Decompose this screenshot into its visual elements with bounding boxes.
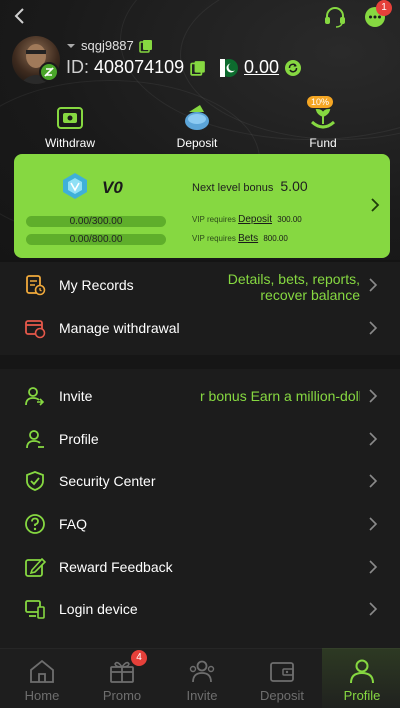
menu-label-profile: Profile (59, 431, 99, 447)
menu-label-manage-withdrawal: Manage withdrawal (59, 320, 180, 336)
next-level-label: Next level bonus (192, 182, 274, 194)
fund-button[interactable]: 10% Fund (283, 96, 363, 150)
level-badge-icon (39, 62, 59, 82)
vip-gem-icon (63, 173, 87, 199)
manage-withdrawal-icon (25, 320, 46, 339)
invite-icon (25, 387, 45, 406)
invite-people-icon (189, 660, 215, 683)
chevron-right-icon (369, 321, 378, 335)
deposit-req-label[interactable]: Deposit (238, 214, 272, 225)
chevron-right-icon (371, 198, 380, 212)
quick-actions: Withdraw Deposit 10% Fund (0, 96, 400, 150)
menu-item-faq[interactable]: FAQ (0, 503, 400, 545)
bets-req-amount: 800.00 (263, 234, 288, 243)
next-level-bonus: Next level bonus 5.00 (192, 178, 308, 194)
bets-progress-bar: 0.00/800.00 (26, 234, 166, 245)
tab-label-deposit: Deposit (259, 688, 305, 703)
menu-label-my-records: My Records (59, 277, 134, 293)
tab-label-profile: Profile (343, 688, 381, 703)
menu-label-reward-feedback: Reward Feedback (59, 559, 173, 575)
chevron-right-icon (369, 474, 378, 488)
menu-item-login-device[interactable]: Login device (0, 588, 400, 630)
deposit-button[interactable]: Deposit (157, 102, 237, 150)
section-divider (0, 355, 400, 369)
withdraw-button[interactable]: Withdraw (30, 102, 110, 150)
id-label: ID: (66, 57, 90, 77)
tab-label-promo: Promo (102, 688, 142, 703)
promo-badge: 4 (131, 650, 147, 666)
chevron-right-icon (369, 278, 378, 292)
profile-icon (26, 430, 44, 449)
chat-badge: 1 (376, 0, 392, 16)
balance: 0.00 (244, 57, 280, 77)
menu-top: My Records Details, bets, reports, recov… (0, 262, 400, 355)
withdraw-icon (57, 107, 83, 129)
devices-icon (25, 600, 45, 619)
bets-req-label[interactable]: Bets (238, 233, 258, 244)
next-level-value: 5.00 (280, 178, 308, 194)
deposit-req-amount: 300.00 (277, 215, 302, 224)
tab-invite[interactable]: Invite (170, 656, 234, 703)
chevron-right-icon (369, 389, 378, 403)
id-row: ID: 408074109 (66, 57, 206, 78)
wallet-icon (185, 105, 209, 130)
deposit-label: Deposit (176, 136, 218, 150)
feedback-icon (25, 557, 46, 577)
invite-marquee: r bonus Earn a million-dolla (200, 388, 360, 404)
vip-level: V0 (102, 178, 123, 197)
deposit-requirement: VIP requires Deposit 300.00 (192, 214, 302, 225)
records-icon (26, 275, 46, 296)
menu-item-invite[interactable]: Invite r bonus Earn a million-dolla (0, 375, 400, 417)
vip-card[interactable]: V0 Next level bonus 5.00 0.00/300.00 0.0… (14, 154, 390, 258)
headset-icon[interactable] (322, 4, 348, 30)
deposit-req-prefix: VIP requires (192, 215, 236, 224)
menu-label-invite: Invite (59, 388, 93, 404)
profile-person-icon (350, 659, 374, 684)
back-icon[interactable] (10, 6, 30, 26)
menu-item-my-records[interactable]: My Records Details, bets, reports, recov… (0, 264, 400, 308)
bets-requirement: VIP requires Bets 800.00 (192, 233, 288, 244)
chevron-down-icon[interactable] (66, 42, 76, 50)
tab-deposit[interactable]: Deposit (250, 656, 314, 703)
username: sqgj9887 (81, 38, 134, 53)
username-row: sqgj9887 (66, 38, 153, 53)
chevron-right-icon (369, 432, 378, 446)
tab-profile[interactable]: Profile (330, 656, 394, 703)
menu-main: Invite r bonus Earn a million-dolla Prof… (0, 369, 400, 648)
shield-icon (26, 471, 44, 491)
copy-id-icon[interactable] (190, 60, 206, 76)
user-id: 408074109 (94, 57, 185, 77)
balance-row: 0.00 (220, 57, 302, 78)
pakistan-flag-icon (220, 58, 238, 77)
tab-label-invite: Invite (186, 688, 218, 703)
bets-req-prefix: VIP requires (192, 234, 236, 243)
tab-home[interactable]: Home (10, 656, 74, 703)
chevron-right-icon (369, 602, 378, 616)
chevron-right-icon (369, 560, 378, 574)
menu-label-login-device: Login device (59, 601, 138, 617)
menu-item-profile[interactable]: Profile (0, 418, 400, 460)
deposit-progress-bar: 0.00/300.00 (26, 216, 166, 227)
fund-label: Fund (309, 136, 337, 150)
menu-item-reward-feedback[interactable]: Reward Feedback (0, 546, 400, 588)
question-icon (25, 514, 45, 534)
tab-label-home: Home (24, 688, 60, 703)
menu-item-security-center[interactable]: Security Center (0, 460, 400, 502)
withdraw-label: Withdraw (44, 136, 95, 150)
menu-label-security-center: Security Center (59, 473, 156, 489)
chevron-right-icon (369, 517, 378, 531)
home-icon (30, 659, 54, 683)
refresh-icon[interactable] (285, 59, 302, 76)
menu-label-faq: FAQ (59, 516, 88, 532)
menu-item-manage-withdrawal[interactable]: Manage withdrawal (0, 307, 400, 349)
deposit-wallet-icon (270, 662, 294, 682)
copy-username-icon[interactable] (139, 39, 153, 53)
my-records-description: Details, bets, reports, recover balance (227, 271, 360, 303)
fund-badge: 10% (307, 96, 334, 108)
